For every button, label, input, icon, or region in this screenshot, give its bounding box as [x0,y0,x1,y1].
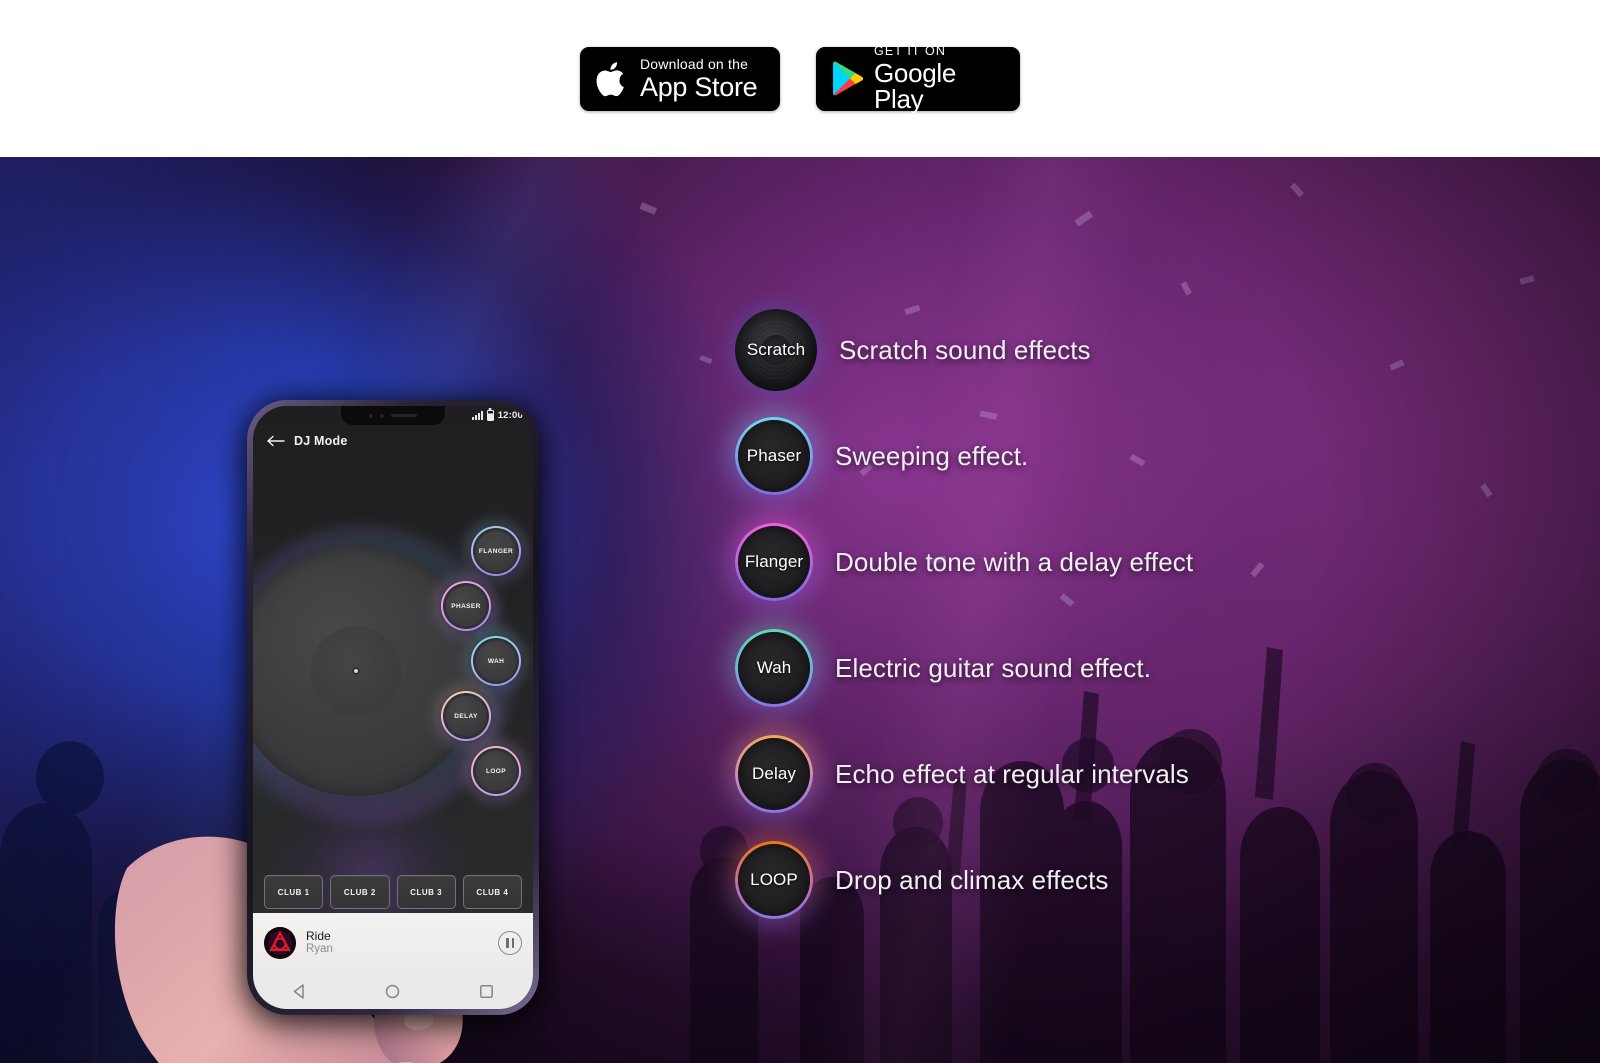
phone-frame: 12:00 DJ Mode FLANGER PHASER WAH DELAY L… [247,400,539,1015]
google-play-line1: GET IT ON [874,43,946,58]
effect-row: LOOP Drop and climax effects [735,827,1555,933]
store-badges-bar: Download on the App Store GET IT ON Goog… [0,0,1600,157]
front-camera-icon [369,413,373,418]
phone-knob-flanger[interactable]: FLANGER [471,526,521,576]
phone-notch [341,406,445,425]
effect-badge-loop[interactable]: LOOP [735,841,813,919]
effect-row: Phaser Sweeping effect. [735,403,1555,509]
effect-description: Drop and climax effects [835,864,1109,895]
club-preset-pads: CLUB 1 CLUB 2 CLUB 3 CLUB 4 [264,875,522,909]
track-artist: Ryan [306,943,333,956]
track-meta: Ride Ryan [306,929,488,957]
effect-badge-scratch[interactable]: Scratch [735,309,817,391]
app-store-line2: App Store [640,71,758,102]
effect-badge-flanger[interactable]: Flanger [735,523,813,601]
phone-knob-label: DELAY [454,712,478,720]
club-pad-1[interactable]: CLUB 1 [264,875,324,909]
phone-knob-label: LOOP [485,767,507,775]
effect-badge-label: Wah [756,658,792,677]
effect-description: Scratch sound effects [839,334,1091,365]
earpiece-speaker [391,413,417,418]
phone-status-bar: 12:00 [471,410,523,421]
phone-screen: 12:00 DJ Mode FLANGER PHASER WAH DELAY L… [253,406,533,1009]
apple-icon [596,61,624,96]
effect-row: Delay Echo effect at regular intervals [735,721,1555,827]
phone-knob-label: WAH [487,657,505,665]
phone-knob-loop[interactable]: LOOP [471,746,521,796]
effect-badge-phaser[interactable]: Phaser [735,417,813,495]
album-art-icon [264,927,296,959]
effect-row: Wah Electric guitar sound effect. [735,615,1555,721]
effects-feature-list: Scratch Scratch sound effects Phaser Sweepi… [735,297,1555,933]
google-play-line2: Google Play [874,58,957,115]
phone-knob-delay[interactable]: DELAY [441,691,491,741]
app-title: DJ Mode [294,434,348,448]
jog-wheel-hub [310,625,402,717]
status-time: 12:00 [497,410,523,421]
battery-icon [486,410,494,421]
google-play-icon [833,61,863,96]
effect-badge-wah[interactable]: Wah [735,629,813,707]
effect-description: Sweeping effect. [835,440,1029,471]
effect-row: Flanger Double tone with a delay effect [735,509,1555,615]
back-arrow-icon[interactable] [267,435,285,447]
effect-description: Echo effect at regular intervals [835,758,1189,789]
jog-wheel-spindle [354,669,358,673]
phone-mockup: 12:00 DJ Mode FLANGER PHASER WAH DELAY L… [114,238,547,1063]
club-pad-3[interactable]: CLUB 3 [396,875,456,909]
dj-mode-screen: DJ Mode FLANGER PHASER WAH DELAY LOOP CLUB 1… [253,406,533,1009]
effect-row: Scratch Scratch sound effects [735,297,1555,403]
google-play-badge[interactable]: GET IT ON Google Play [816,43,1020,115]
effect-badge-label: Scratch [746,340,806,359]
track-title: Ride [306,929,331,944]
now-playing-bar: Ride Ryan [253,913,533,973]
effect-badge-label: Delay [752,764,796,783]
phone-knob-wah[interactable]: WAH [471,636,521,686]
app-store-line1: Download on the [640,55,749,72]
phone-knob-phaser[interactable]: PHASER [441,581,491,631]
club-pad-4[interactable]: CLUB 4 [462,875,522,909]
effect-badge-label: Flanger [744,552,804,571]
back-triangle-icon[interactable] [291,983,308,1000]
android-nav-bar [253,973,533,1009]
pause-icon[interactable] [498,931,522,955]
recents-square-icon[interactable] [478,983,495,1000]
effect-badge-delay[interactable]: Delay [735,735,813,813]
phone-knob-label: PHASER [451,602,481,610]
sensor-icon [380,413,384,418]
app-store-badge[interactable]: Download on the App Store [580,46,780,111]
effect-description: Double tone with a delay effect [835,546,1194,577]
effect-badge-label: LOOP [750,870,798,889]
app-header: DJ Mode [267,434,348,448]
effect-description: Electric guitar sound effect. [835,652,1152,683]
hero-section: 12:00 DJ Mode FLANGER PHASER WAH DELAY L… [0,157,1600,1063]
album-art-artwork [264,927,296,959]
phone-knob-label: FLANGER [478,547,514,555]
club-pad-2[interactable]: CLUB 2 [330,875,390,909]
signal-bars-icon [471,411,483,420]
home-circle-icon[interactable] [384,983,401,1000]
effect-badge-label: Phaser [746,446,802,465]
